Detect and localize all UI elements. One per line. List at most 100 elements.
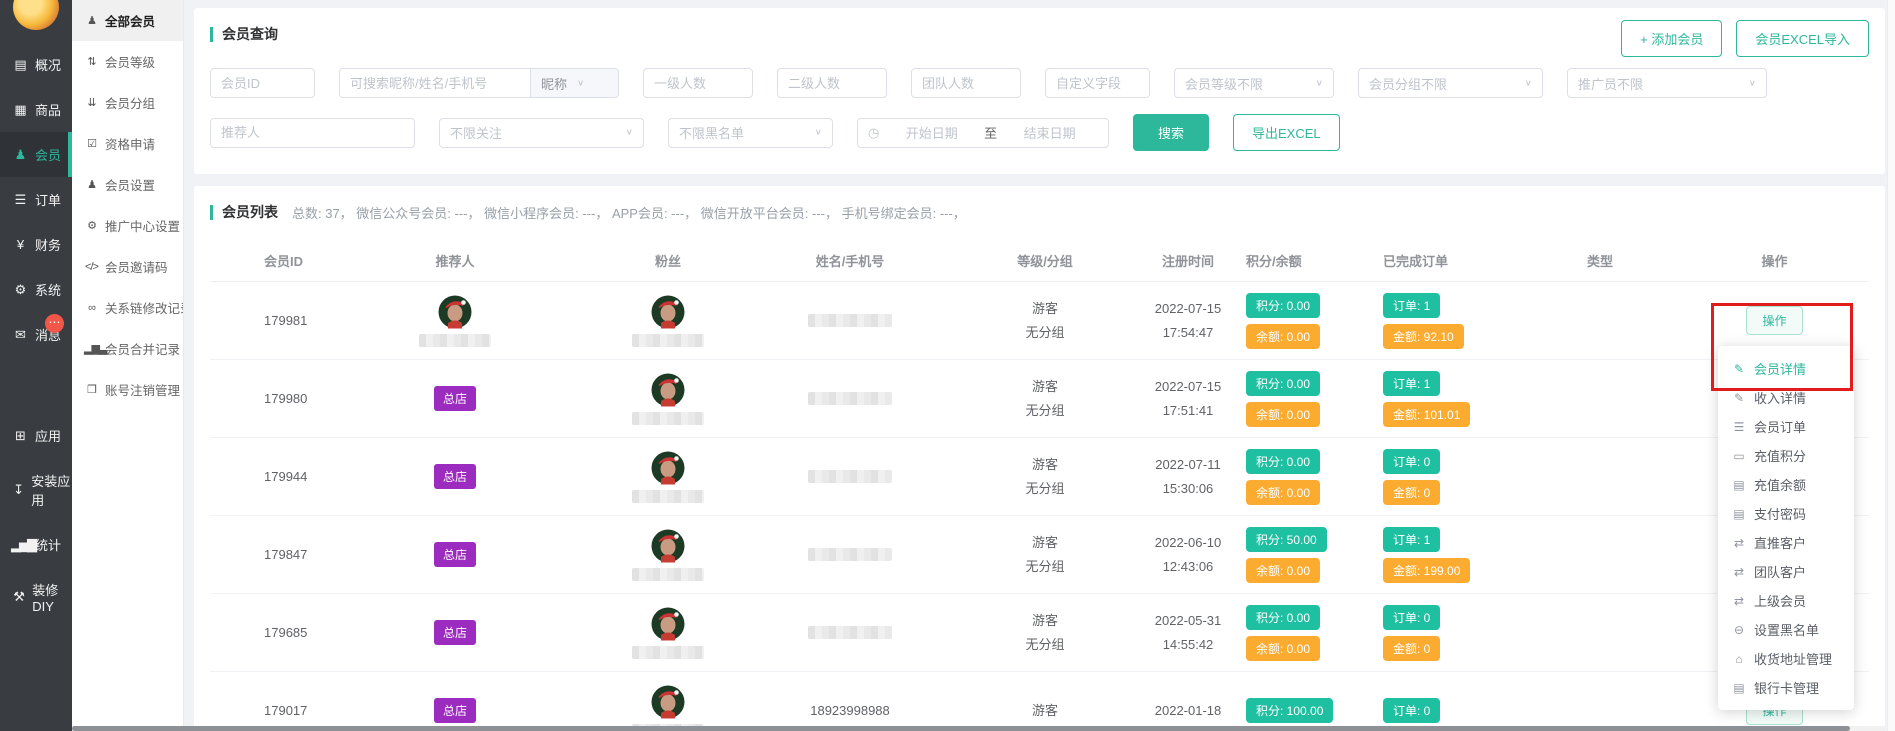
menu-item-label: 支付密码: [1754, 504, 1806, 523]
filter-select-promoter[interactable]: 推广员不限∨: [1567, 68, 1767, 98]
register-time: 15:30:06: [1163, 477, 1214, 500]
member-excel-import-button[interactable]: 会员EXCEL导入: [1736, 20, 1869, 57]
menu-item-shipping-address-manage[interactable]: ⌂收货地址管理: [1718, 644, 1854, 673]
sidebar-item-member[interactable]: ♟会员: [0, 132, 72, 177]
sidebar-item-overview[interactable]: ▤概况: [0, 42, 72, 87]
menu-item-label: 充值余额: [1754, 475, 1806, 494]
income-detail-icon: ✎: [1731, 391, 1747, 405]
sidebar-item-statistics[interactable]: ▂▅▇统计: [0, 522, 72, 567]
clock-icon: ◷: [868, 125, 879, 141]
level1-count-input[interactable]: [654, 76, 742, 91]
submenu-item-promotion-center-settings[interactable]: ⚙推广中心设置: [72, 205, 183, 246]
search-button[interactable]: 搜索: [1133, 114, 1209, 151]
member-detail-icon: ✎: [1731, 362, 1747, 376]
vertical-scrollbar[interactable]: [1887, 0, 1895, 731]
start-date-placeholder: 开始日期: [883, 123, 980, 142]
menu-item-income-detail[interactable]: ✎收入详情: [1718, 383, 1854, 412]
filters-row-1: 昵称∨ 会员等级不限∨ 会员分组不限∨ 推广员不限∨: [210, 68, 1869, 98]
avatar-with-name: [632, 451, 704, 503]
amount-badge: 金额: 101.01: [1383, 402, 1470, 427]
title-accent-bar: [210, 205, 213, 220]
blurred-name: [808, 470, 892, 483]
points-balance-badges: 积分: 100.00: [1246, 698, 1333, 723]
nickname-search-field-select[interactable]: 昵称∨: [530, 69, 618, 97]
submenu-item-member-group[interactable]: ⇊会员分组: [72, 82, 183, 123]
referrer-store-badge: 总店: [434, 698, 476, 723]
column-header-7: 已完成订单: [1375, 251, 1520, 270]
sidebar-item-system[interactable]: ⚙系统: [0, 267, 72, 312]
orders-badge: 订单: 0: [1383, 698, 1440, 723]
sidebar-item-apps[interactable]: ⊞应用: [0, 413, 72, 458]
notification-badge: ⋯: [45, 314, 64, 333]
menu-item-team-customers[interactable]: ⇄团队客户: [1718, 557, 1854, 586]
menu-item-pay-password[interactable]: ▤支付密码: [1718, 499, 1854, 528]
all-members-icon: ♟: [84, 14, 99, 27]
balance-badge: 余额: 0.00: [1246, 558, 1320, 583]
level2-count-input[interactable]: [788, 76, 876, 91]
sidebar-item-message[interactable]: ✉消息⋯: [0, 312, 72, 357]
sidebar-item-orders[interactable]: ☰订单: [0, 177, 72, 222]
submenu-item-label: 会员合并记录: [105, 339, 180, 358]
cell-points-balance: 积分: 0.00余额: 0.00: [1240, 293, 1375, 349]
submenu-item-member-settings[interactable]: ♟会员设置: [72, 164, 183, 205]
menu-item-recharge-points[interactable]: ▭充值积分: [1718, 441, 1854, 470]
menu-item-label: 银行卡管理: [1754, 678, 1819, 697]
cell-points-balance: 积分: 0.00余额: 0.00: [1240, 371, 1375, 427]
nickname-search-input[interactable]: [340, 69, 530, 97]
filter-select-member-group[interactable]: 会员分组不限∨: [1358, 68, 1543, 98]
add-member-button[interactable]: + 添加会员: [1621, 20, 1722, 57]
menu-item-recharge-balance[interactable]: ▤充值余额: [1718, 470, 1854, 499]
date-range-separator: 至: [980, 123, 1001, 142]
user-avatar: [651, 529, 685, 563]
submenu-item-member-merge-log[interactable]: ▂▆▃会员合并记录: [72, 328, 183, 369]
points-badge: 积分: 0.00: [1246, 449, 1320, 474]
sidebar-item-install-app[interactable]: ↧安装应用: [0, 458, 72, 522]
selected-option: 会员等级不限: [1185, 74, 1263, 93]
export-excel-button[interactable]: 导出EXCEL: [1233, 114, 1340, 151]
submenu-item-all-members[interactable]: ♟全部会员: [72, 0, 183, 41]
register-date: 2022-01-18: [1155, 699, 1222, 722]
sidebar-item-decorate-diy[interactable]: ⚒装修DIY: [0, 567, 72, 627]
cell-referrer: 总店: [320, 386, 590, 411]
filter-select-follow-filter[interactable]: 不限关注∨: [439, 118, 644, 148]
submenu-item-qualification-apply[interactable]: ☑资格申请: [72, 123, 183, 164]
sidebar-item-finance[interactable]: ¥财务: [0, 222, 72, 267]
member-id-input[interactable]: [221, 76, 304, 91]
menu-item-member-detail[interactable]: ✎会员详情: [1718, 354, 1854, 383]
horizontal-scrollbar-thumb[interactable]: [72, 726, 1850, 731]
column-header-2: 粉丝: [590, 251, 746, 270]
menu-item-member-orders[interactable]: ☰会员订单: [1718, 412, 1854, 441]
submenu-item-label: 推广中心设置: [105, 216, 180, 235]
filter-select-member-level[interactable]: 会员等级不限∨: [1174, 68, 1334, 98]
submenu-item-label: 资格申请: [105, 134, 155, 153]
filter-register-date-range[interactable]: ◷开始日期至结束日期: [857, 118, 1109, 148]
column-header-8: 类型: [1520, 251, 1680, 270]
sidebar-item-label: 系统: [35, 280, 61, 299]
submenu-item-account-cancel-manage[interactable]: ❐账号注销管理: [72, 369, 183, 410]
submenu-item-member-invite-code[interactable]: </>会员邀请码: [72, 246, 183, 287]
team-customers-icon: ⇄: [1731, 565, 1747, 579]
filter-select-blacklist-filter[interactable]: 不限黑名单∨: [668, 118, 833, 148]
user-avatar: [438, 295, 472, 329]
custom-field-input[interactable]: [1056, 76, 1139, 91]
menu-item-label: 直推客户: [1754, 533, 1806, 552]
submenu-item-member-level[interactable]: ⇅会员等级: [72, 41, 183, 82]
order-amount-badges: 订单: 1金额: 92.10: [1383, 293, 1464, 349]
orders-badge: 订单: 0: [1383, 449, 1440, 474]
submenu-item-relation-chain-log[interactable]: ∞关系链修改记录: [72, 287, 183, 328]
menu-item-bank-card-manage[interactable]: ▤银行卡管理: [1718, 673, 1854, 702]
team-count-input[interactable]: [922, 76, 1010, 91]
avatar-with-name: [632, 607, 704, 659]
filter-level1-count: [643, 68, 753, 98]
referrer-input[interactable]: [221, 125, 404, 140]
horizontal-scrollbar[interactable]: [72, 726, 1886, 731]
upline-member-icon: ⇄: [1731, 594, 1747, 608]
cell-referrer: [320, 295, 590, 347]
menu-item-label: 收货地址管理: [1754, 649, 1832, 668]
menu-item-set-blacklist[interactable]: ⊖设置黑名单: [1718, 615, 1854, 644]
sidebar-item-goods[interactable]: ▦商品: [0, 87, 72, 132]
submenu-item-label: 账号注销管理: [105, 380, 180, 399]
menu-item-upline-member[interactable]: ⇄上级会员: [1718, 586, 1854, 615]
menu-item-direct-push-customers[interactable]: ⇄直推客户: [1718, 528, 1854, 557]
row-action-button[interactable]: 操作: [1746, 306, 1802, 335]
